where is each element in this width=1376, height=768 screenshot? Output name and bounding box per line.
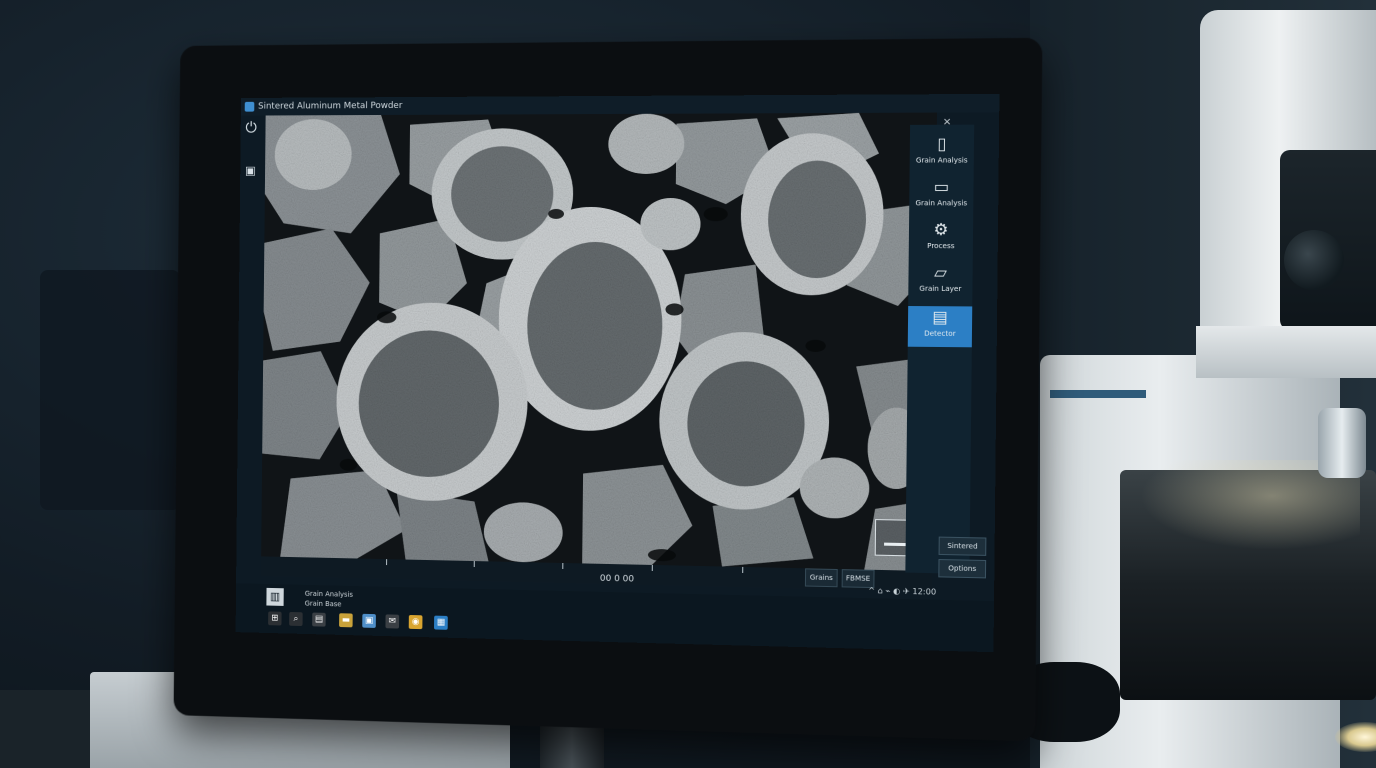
save-icon[interactable]: ▣ (245, 163, 256, 179)
folder-icon[interactable]: ▬ (339, 613, 353, 628)
search-icon[interactable]: ⌕ (289, 611, 303, 627)
folder-icon: ▭ (933, 176, 950, 197)
tool-panel: ▯ Grain Analysis ▭ Grain Analysis ⚙ Proc… (905, 124, 975, 574)
microscope-objective (1318, 408, 1366, 478)
microscope-knob (1284, 230, 1344, 290)
ruler-tick (742, 566, 744, 573)
microscope-arm (1196, 326, 1376, 378)
tool-detector[interactable]: ▤ Detector (907, 306, 973, 348)
folder-open-icon: ▱ (934, 262, 947, 282)
sintered-button[interactable]: Sintered (938, 536, 987, 556)
options-button[interactable]: Options (938, 559, 987, 579)
window-icon: ▤ (932, 307, 948, 327)
system-tray[interactable]: ^ ⌂ ⌁ ◐ ✈ 12:00 (868, 586, 936, 597)
start-icon[interactable]: ⊞ (268, 611, 282, 626)
tool-grain-layer[interactable]: ▱ Grain Layer (908, 261, 972, 302)
files-icon[interactable]: ▤ (312, 612, 326, 627)
ruler-tick (386, 559, 388, 566)
status-readout: 00 0 00 (599, 573, 635, 585)
ruler-tick (473, 561, 475, 568)
background-desk-edge (0, 690, 100, 768)
micrograph-drawing (261, 112, 938, 572)
window-title: Sintered Aluminum Metal Powder (258, 101, 403, 112)
ruler-tick (651, 564, 653, 571)
store-icon[interactable]: ▣ (362, 613, 376, 628)
gear-icon: ⚙ (933, 219, 949, 239)
footer-line-2: Grain Base (304, 599, 342, 609)
tool-label: Grain Analysis (915, 199, 968, 208)
project-icon[interactable]: ▥ (266, 587, 284, 606)
micrograph-image (261, 112, 950, 572)
browser-icon[interactable]: ◉ (408, 614, 423, 630)
background-shelf (40, 270, 180, 510)
mail-icon[interactable]: ✉ (385, 614, 400, 629)
app-logo-icon (244, 101, 255, 112)
tool-label: Process (927, 241, 955, 251)
microscope-stripe (1050, 390, 1146, 398)
monitor-screen: Sintered Aluminum Metal Powder ? □ × ⏻ ▣ (235, 93, 1000, 653)
grains-button[interactable]: Grains (804, 568, 838, 588)
tool-grain-analysis-2[interactable]: ▭ Grain Analysis (909, 176, 974, 217)
tool-process[interactable]: ⚙ Process (909, 219, 974, 260)
tool-label: Grain Layer (919, 284, 962, 294)
app-icon[interactable]: ▦ (434, 615, 448, 630)
footer-label: Grain Analysis Grain Base (305, 589, 353, 610)
ruler-tick (562, 562, 564, 569)
tool-label: Detector (924, 329, 956, 338)
tool-grain-analysis[interactable]: ▯ Grain Analysis (910, 133, 975, 174)
power-icon[interactable]: ⏻ (245, 118, 257, 136)
tool-label: Grain Analysis (915, 156, 968, 165)
document-icon: ▯ (937, 133, 947, 154)
